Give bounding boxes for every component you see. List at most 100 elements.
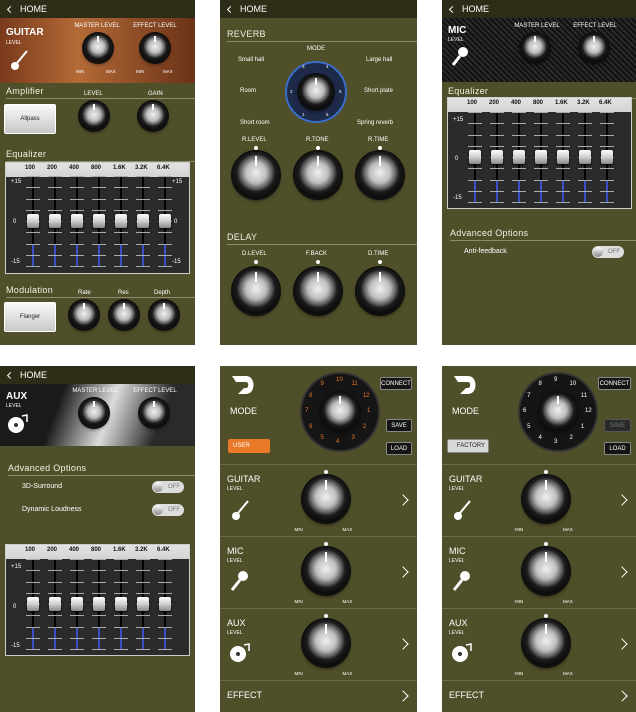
effect-level-knob[interactable] — [141, 34, 169, 62]
amp-level-knob[interactable] — [80, 102, 108, 130]
eq-slider-thumb[interactable] — [535, 150, 547, 164]
eq-slider-thumb[interactable] — [71, 597, 83, 611]
3d-surround-toggle[interactable]: OFF — [152, 481, 184, 493]
r-level-knob[interactable] — [233, 152, 279, 198]
guitar-level-knob[interactable] — [302, 476, 349, 522]
home-back-button[interactable]: HOME — [0, 366, 195, 384]
eq-slider-thumb[interactable] — [49, 597, 61, 611]
master-level-knob[interactable] — [521, 34, 549, 62]
connect-button[interactable]: CONNECT — [598, 377, 631, 390]
r-time-knob[interactable] — [357, 152, 403, 198]
modulation-heading: Modulation — [6, 285, 195, 298]
save-button[interactable]: SAVE — [604, 419, 631, 432]
preset-number[interactable]: 7 — [305, 408, 308, 414]
mode-large-hall[interactable]: Large hall — [366, 57, 392, 63]
preset-number[interactable]: 3 — [352, 435, 355, 441]
preset-knob[interactable] — [321, 393, 359, 431]
eq-slider-thumb[interactable] — [159, 214, 171, 228]
preset-number[interactable]: 4 — [539, 435, 542, 441]
eq-slider-thumb[interactable] — [115, 597, 127, 611]
preset-number[interactable]: 8 — [539, 381, 542, 387]
preset-number[interactable]: 9 — [321, 381, 324, 387]
eq-slider-thumb[interactable] — [469, 150, 481, 164]
r-tone-knob[interactable] — [295, 152, 341, 198]
mic-level-knob[interactable] — [523, 548, 569, 594]
eq-slider-thumb[interactable] — [71, 214, 83, 228]
connect-button[interactable]: CONNECT — [380, 377, 412, 390]
preset-number[interactable]: 6 — [523, 408, 526, 414]
eq-slider-thumb[interactable] — [137, 597, 149, 611]
eq-tick — [512, 168, 526, 170]
eq-slider-thumb[interactable] — [27, 214, 39, 228]
eq-slider-thumb[interactable] — [601, 150, 613, 164]
preset-number[interactable]: 4 — [336, 439, 339, 445]
user-toggle[interactable]: USER — [228, 439, 270, 453]
home-back-button[interactable]: HOME — [220, 0, 417, 18]
mod-preset-button[interactable]: Flanger — [4, 302, 56, 332]
eq-slider-thumb[interactable] — [93, 214, 105, 228]
master-level-knob[interactable] — [84, 34, 112, 62]
preset-number[interactable]: 3 — [554, 439, 557, 445]
mode-room[interactable]: Room — [240, 88, 256, 94]
amp-gain-knob[interactable] — [139, 102, 167, 130]
preset-number[interactable]: 12 — [585, 408, 592, 414]
eq-slider-thumb[interactable] — [27, 597, 39, 611]
mode-spring-reverb[interactable]: Spring reverb — [357, 120, 393, 126]
preset-number[interactable]: 5 — [527, 424, 530, 430]
d-time-knob[interactable] — [357, 268, 403, 314]
f-back-knob[interactable] — [295, 268, 341, 314]
preset-number[interactable]: 7 — [527, 393, 530, 399]
preset-number[interactable]: 11 — [581, 393, 587, 399]
eq-band-label: 1.6K — [555, 100, 568, 106]
preset-number[interactable]: 12 — [363, 393, 370, 399]
mode-short-room[interactable]: Short room — [240, 120, 270, 126]
eq-slider-thumb[interactable] — [557, 150, 569, 164]
eq-slider-thumb[interactable] — [49, 214, 61, 228]
mic-level-knob[interactable] — [302, 548, 349, 594]
preset-number[interactable]: 8 — [309, 393, 312, 399]
preset-number[interactable]: 11 — [352, 381, 358, 387]
effect-level-knob[interactable] — [580, 34, 608, 62]
eq-slider-thumb[interactable] — [93, 597, 105, 611]
eq-slider-thumb[interactable] — [579, 150, 591, 164]
aux-level-knob[interactable] — [302, 620, 349, 666]
guitar-level-knob[interactable] — [523, 476, 569, 522]
eq-slider-thumb[interactable] — [491, 150, 503, 164]
depth-knob[interactable] — [150, 301, 178, 329]
preset-knob[interactable] — [539, 393, 577, 431]
eq-slider-thumb[interactable] — [159, 597, 171, 611]
preset-number[interactable]: 1 — [581, 424, 584, 430]
dynamic-loudness-toggle[interactable]: OFF — [152, 504, 184, 516]
load-button[interactable]: LOAD — [386, 442, 412, 455]
res-knob[interactable] — [110, 301, 138, 329]
preset-number[interactable]: 6 — [309, 424, 312, 430]
eq-tick — [578, 168, 592, 170]
preset-number[interactable]: 2 — [570, 435, 573, 441]
eq-tick — [468, 112, 482, 113]
eq-slider-thumb[interactable] — [513, 150, 525, 164]
rate-knob[interactable] — [70, 301, 98, 329]
preset-number[interactable]: 9 — [554, 377, 557, 383]
home-back-button[interactable]: HOME — [442, 0, 636, 18]
save-button[interactable]: SAVE — [386, 419, 412, 432]
preset-number[interactable]: 5 — [321, 435, 324, 441]
mode-short-plate[interactable]: Short plate — [364, 88, 393, 94]
load-button[interactable]: LOAD — [604, 442, 631, 455]
preset-number[interactable]: 1 — [367, 408, 370, 414]
preset-number[interactable]: 10 — [336, 377, 343, 383]
preset-number[interactable]: 2 — [363, 424, 366, 430]
eq-slider-thumb[interactable] — [137, 214, 149, 228]
aux-level-knob[interactable] — [523, 620, 569, 666]
effect-level-knob[interactable] — [140, 399, 168, 427]
preset-number[interactable]: 10 — [570, 381, 577, 387]
home-back-button[interactable]: HOME — [0, 0, 195, 18]
eq-slider-thumb[interactable] — [115, 214, 127, 228]
amp-preset-button[interactable]: Allpass — [4, 104, 56, 134]
anti-feedback-toggle[interactable]: OFF — [592, 246, 624, 258]
master-level-knob[interactable] — [80, 399, 108, 427]
reverb-mode-knob[interactable] — [299, 75, 333, 109]
mode-small-hall[interactable]: Small hall — [238, 57, 264, 63]
eq-tick — [600, 134, 614, 136]
d-level-knob[interactable] — [233, 268, 279, 314]
factory-toggle[interactable]: FACTORY — [447, 439, 489, 453]
